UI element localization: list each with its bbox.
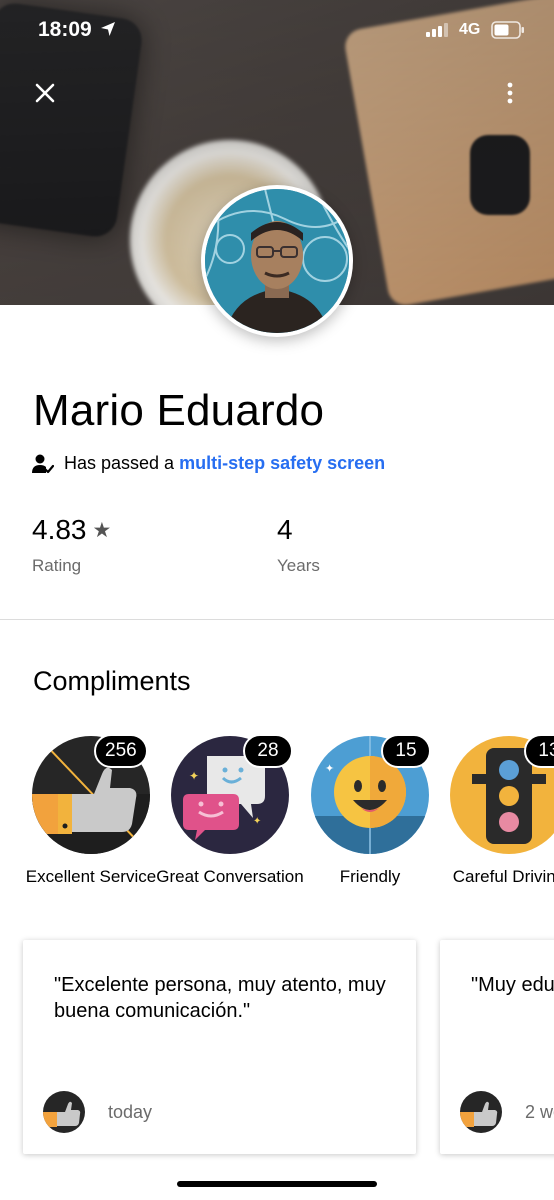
- safety-text: Has passed a: [64, 453, 175, 473]
- compliments-title: Compliments: [33, 666, 191, 696]
- home-indicator[interactable]: [177, 1181, 377, 1187]
- svg-text:✦: ✦: [325, 762, 334, 775]
- signal-bars-icon: [426, 23, 448, 37]
- safety-screen-row: Has passed a multi-step safety screen: [32, 453, 385, 474]
- more-vertical-icon: [507, 82, 513, 104]
- compliment-count: 13: [524, 734, 554, 768]
- comment-badge-icon: [460, 1091, 502, 1133]
- compliment-careful-driving[interactable]: 13 Careful Driving: [450, 734, 554, 886]
- close-button[interactable]: [28, 76, 62, 110]
- svg-text:✦: ✦: [253, 816, 261, 827]
- star-icon: ★: [92, 518, 112, 542]
- compliment-label: Friendly: [339, 867, 401, 886]
- compliment-count: 15: [381, 734, 431, 768]
- status-time: 18:09: [38, 18, 92, 41]
- person-check-icon: [32, 454, 54, 473]
- compliment-label: Careful Driving: [452, 867, 554, 886]
- comment-time: 2 we: [525, 1102, 554, 1122]
- close-icon: [35, 83, 55, 103]
- avatar: [201, 185, 353, 337]
- compliment-count: 256: [94, 734, 148, 768]
- years-label: Years: [277, 556, 320, 575]
- safety-screen-link[interactable]: multi-step safety screen: [179, 453, 385, 474]
- network-type: 4G: [459, 21, 481, 38]
- comment-badge-icon: [43, 1091, 85, 1133]
- rating-value: 4.83: [32, 514, 87, 545]
- more-options-button[interactable]: [496, 76, 524, 110]
- status-bar: 18:09 4G: [0, 0, 554, 60]
- comment-text: "Excelente persona, muy atento, muy buen…: [54, 974, 386, 1022]
- compliment-count: 28: [243, 734, 293, 768]
- location-arrow-icon: [101, 22, 115, 36]
- comment-card[interactable]: "Muy edu 2 we: [440, 940, 554, 1154]
- rating-label: Rating: [32, 556, 82, 575]
- driver-photo: [205, 189, 349, 333]
- compliment-friendly[interactable]: ✦ 15 Friendly: [311, 734, 431, 886]
- comment-card[interactable]: "Excelente persona, muy atento, muy buen…: [23, 940, 416, 1154]
- driver-name: Mario Eduardo: [33, 386, 325, 435]
- compliment-label: Great Conversation: [156, 867, 304, 886]
- svg-text:✦: ✦: [189, 769, 199, 783]
- battery-icon: [491, 21, 524, 39]
- rating-stat: 4.83 ★ Rating: [32, 514, 111, 576]
- compliment-great-conversation[interactable]: ✦ ✦ 28 Great Conversation: [156, 734, 304, 886]
- comment-text: "Muy edu: [471, 974, 554, 996]
- compliment-label: Excellent Service: [25, 867, 157, 886]
- compliment-excellent-service[interactable]: 256 Excellent Service: [26, 734, 156, 886]
- section-divider: [0, 619, 554, 620]
- comment-time: today: [108, 1102, 153, 1122]
- years-value: 4: [277, 514, 293, 545]
- years-stat: 4 Years: [277, 514, 320, 576]
